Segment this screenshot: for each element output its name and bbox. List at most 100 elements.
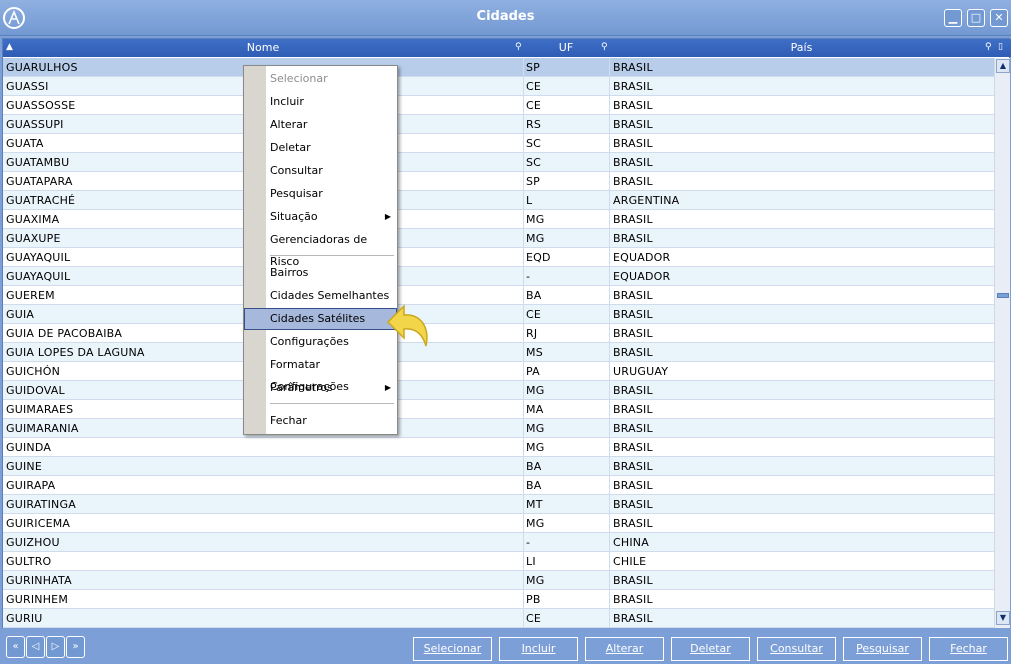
delete-button[interactable]: Deletar [671, 637, 750, 661]
table-row[interactable]: GULTRO LI CHILE [3, 552, 994, 571]
cell-country: BRASIL [613, 574, 653, 587]
column-header-name[interactable]: Nome [3, 39, 523, 57]
menu-item-12[interactable]: Configurações [244, 331, 397, 353]
column-chooser-icon[interactable]: ▯ [998, 42, 1003, 52]
table-row[interactable]: GUICHÓN PA URUGUAY [3, 362, 994, 381]
table-row[interactable]: GUATAMBU SC BRASIL [3, 153, 994, 172]
filter-icon[interactable]: ⚲ [985, 42, 992, 52]
cell-uf: SC [526, 156, 542, 169]
menu-item-8[interactable]: Gerenciadoras de Risco [244, 229, 397, 268]
cell-country: BRASIL [613, 498, 653, 511]
table-row[interactable]: GUIA LOPES DA LAGUNA MS BRASIL [3, 343, 994, 362]
menu-item-15[interactable]: Fechar [244, 410, 397, 432]
table-row[interactable]: GUIA DE PACOBAIBA RJ BRASIL [3, 324, 994, 343]
cell-name: GUATA [6, 137, 44, 150]
table-row[interactable]: GUIRATINGA MT BRASIL [3, 495, 994, 514]
table-row[interactable]: GURINHEM PB BRASIL [3, 590, 994, 609]
cell-name: GUASSOSSE [6, 99, 76, 112]
menu-item-label: Deletar [270, 141, 311, 154]
cell-country: BRASIL [613, 517, 653, 530]
filter-icon[interactable]: ⚲ [515, 42, 522, 52]
table-row[interactable]: GUIRAPA BA BRASIL [3, 476, 994, 495]
table-row[interactable]: GUAXUPE MG BRASIL [3, 229, 994, 248]
column-header-country[interactable]: País [609, 39, 994, 57]
nav-last-button[interactable]: » [66, 636, 85, 658]
menu-item-7[interactable]: Situação ▶ [244, 206, 397, 228]
alter-button[interactable]: Alterar [585, 637, 664, 661]
cell-name: GUAXUPE [6, 232, 61, 245]
consult-button[interactable]: Consultar [757, 637, 836, 661]
select-button[interactable]: Selecionar [413, 637, 492, 661]
table-row[interactable]: GUIMARAES MA BRASIL [3, 400, 994, 419]
table-row[interactable]: GUIMARANIA MG BRASIL [3, 419, 994, 438]
table-row[interactable]: GUIA CE BRASIL [3, 305, 994, 324]
table-row[interactable]: GUINDA MG BRASIL [3, 438, 994, 457]
table-row[interactable]: GUATA SC BRASIL [3, 134, 994, 153]
cell-uf: CE [526, 99, 542, 112]
cell-uf: CE [526, 612, 542, 625]
scroll-down-button[interactable]: ▼ [996, 611, 1010, 625]
filter-icon[interactable]: ⚲ [601, 42, 608, 52]
cell-country: BRASIL [613, 384, 653, 397]
cell-uf: BA [526, 460, 542, 473]
minimize-button[interactable]: ▁ [944, 9, 962, 27]
menu-item-4[interactable]: Deletar [244, 137, 397, 159]
search-button[interactable]: Pesquisar [843, 637, 922, 661]
cell-country: BRASIL [613, 80, 653, 93]
cell-country: BRASIL [613, 137, 653, 150]
column-header-uf[interactable]: UF [523, 39, 609, 57]
table-row[interactable]: GUAYAQUIL - EQUADOR [3, 267, 994, 286]
menu-item-3[interactable]: Alterar [244, 114, 397, 136]
cell-name: GUAYAQUIL [6, 251, 71, 264]
table-row[interactable]: GUEREM BA BRASIL [3, 286, 994, 305]
scroll-up-button[interactable]: ▲ [996, 59, 1010, 73]
cell-name: GUATRACHÉ [6, 194, 76, 207]
close-window-button[interactable]: ✕ [990, 9, 1008, 27]
cell-name: GUATAPARA [6, 175, 73, 188]
nav-previous-button[interactable]: ◁ [26, 636, 45, 658]
nav-first-button[interactable]: « [6, 636, 25, 658]
cell-country: CHILE [613, 555, 647, 568]
menu-item-label: Incluir [270, 95, 304, 108]
table-row[interactable]: GUIZHOU - CHINA [3, 533, 994, 552]
maximize-button[interactable]: □ [967, 9, 985, 27]
menu-item-9[interactable]: Bairros [244, 262, 397, 284]
table-row[interactable]: GUASSUPI RS BRASIL [3, 115, 994, 134]
cell-uf: PB [526, 593, 541, 606]
cell-name: GUATAMBU [6, 156, 70, 169]
submenu-arrow-icon: ▶ [384, 383, 391, 392]
table-row[interactable]: GUINE BA BRASIL [3, 457, 994, 476]
table-row[interactable]: GUIDOVAL MG BRASIL [3, 381, 994, 400]
close-button[interactable]: Fechar [929, 637, 1008, 661]
scroll-thumb[interactable] [997, 293, 1009, 298]
table-row[interactable]: GUIRICEMA MG BRASIL [3, 514, 994, 533]
cell-name: GUIRATINGA [6, 498, 76, 511]
menu-item-10[interactable]: Cidades Semelhantes [244, 285, 397, 307]
vertical-scrollbar[interactable]: ▲ ▼ [994, 58, 1010, 628]
menu-item-6[interactable]: Pesquisar [244, 183, 397, 205]
table-row[interactable]: GUASSOSSE CE BRASIL [3, 96, 994, 115]
table-row[interactable]: GUATAPARA SP BRASIL [3, 172, 994, 191]
include-button[interactable]: Incluir [499, 637, 578, 661]
table-row[interactable]: GUATRACHÉ L ARGENTINA [3, 191, 994, 210]
cell-country: BRASIL [613, 422, 653, 435]
menu-item-2[interactable]: Incluir [244, 91, 397, 113]
column-divider [609, 58, 610, 628]
table-row[interactable]: GUAXIMA MG BRASIL [3, 210, 994, 229]
cell-country: BRASIL [613, 232, 653, 245]
menu-item-11[interactable]: Cidades Satélites [244, 308, 397, 330]
menu-item-5[interactable]: Consultar [244, 160, 397, 182]
menu-item-14[interactable]: Parâmetros ▶ [244, 377, 397, 399]
table-row[interactable]: GUARULHOS SP BRASIL [3, 58, 994, 77]
cell-uf: SC [526, 137, 542, 150]
table-row[interactable]: GURIU CE BRASIL [3, 609, 994, 628]
grid-header: ▲ Nome ⚲ UF ⚲ País ⚲ ▯ [3, 39, 1011, 57]
menu-item-13[interactable]: Formatar Configurações [244, 354, 397, 393]
table-row[interactable]: GUAYAQUIL EQD EQUADOR [3, 248, 994, 267]
table-row[interactable]: GUASSI CE BRASIL [3, 77, 994, 96]
nav-next-button[interactable]: ▷ [46, 636, 65, 658]
cell-country: BRASIL [613, 156, 653, 169]
window-title: Cidades [476, 9, 535, 24]
cell-country: BRASIL [613, 346, 653, 359]
table-row[interactable]: GURINHATA MG BRASIL [3, 571, 994, 590]
